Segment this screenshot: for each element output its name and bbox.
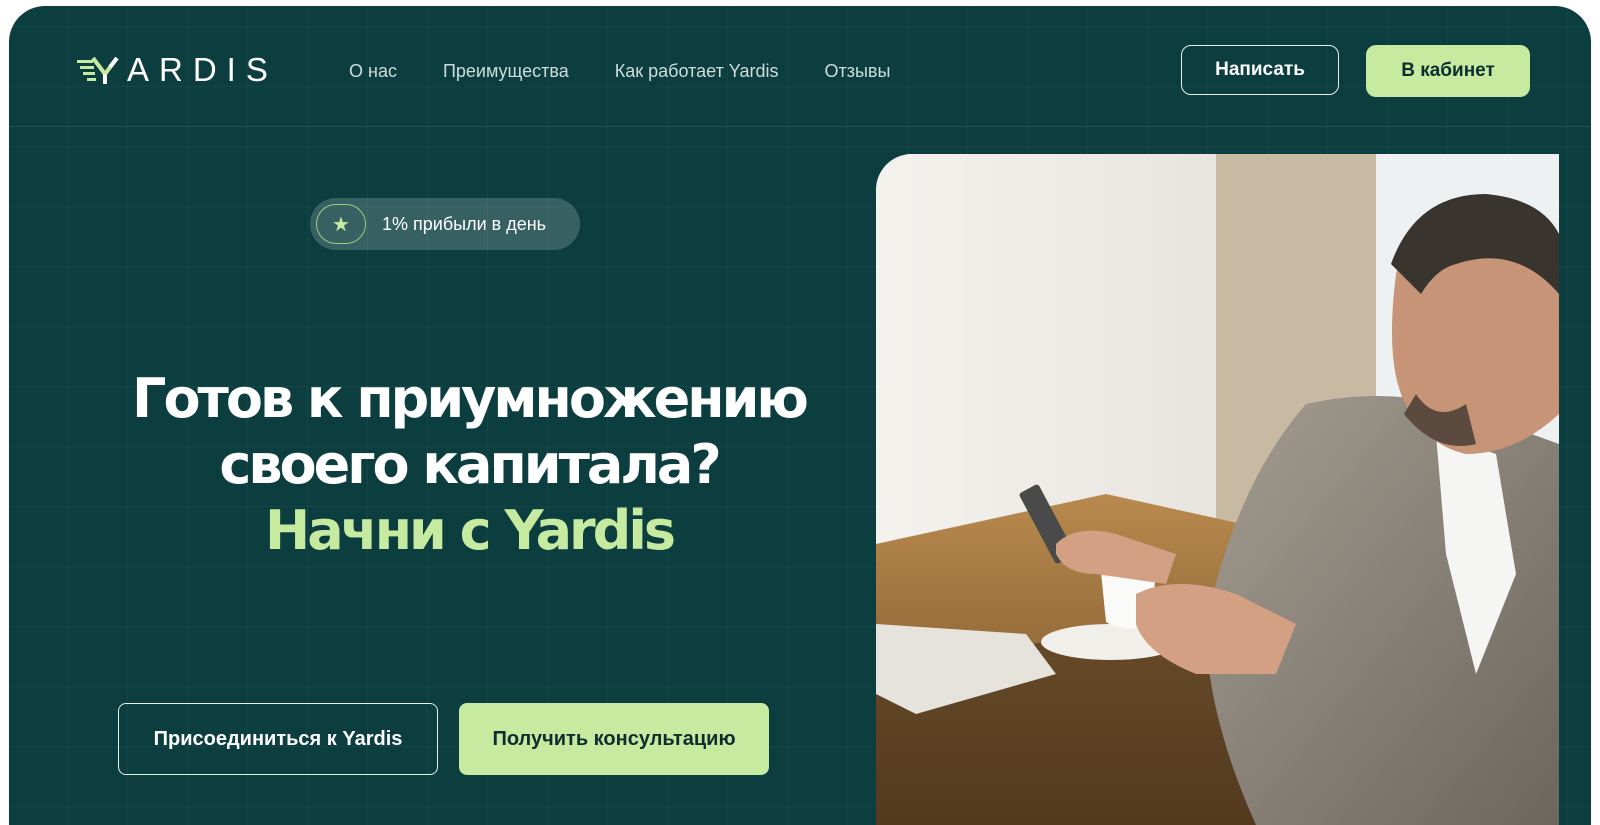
star-icon: ★ (316, 204, 366, 244)
nav-link-advantages[interactable]: Преимущества (443, 60, 569, 82)
hero-line-1: Готов к приумножению (132, 367, 809, 430)
join-button[interactable]: Присоединиться к Yardis (118, 703, 438, 775)
write-button[interactable]: Написать (1181, 45, 1339, 95)
nav-link-reviews[interactable]: Отзывы (825, 60, 891, 82)
nav-link-how-it-works[interactable]: Как работает Yardis (615, 60, 779, 82)
brand-logo[interactable]: ARDIS (77, 52, 278, 88)
hero-accent: Начни с Yardis (265, 499, 676, 562)
brand-name: ARDIS (127, 51, 278, 88)
profit-badge: ★ 1% прибыли в день (310, 198, 580, 250)
main-nav: О нас Преимущества Как работает Yardis О… (349, 60, 936, 82)
site-header: ARDIS О нас Преимущества Как работает Ya… (9, 6, 1591, 127)
man-with-phone-illustration (876, 154, 1559, 825)
page-frame: ARDIS О нас Преимущества Как работает Ya… (9, 6, 1591, 825)
cabinet-button[interactable]: В кабинет (1366, 45, 1530, 97)
hero-line-2: своего капитала? (219, 433, 721, 496)
hero-photo (876, 154, 1559, 825)
hero-headline: Готов к приумножению своего капитала? На… (49, 366, 889, 564)
nav-link-about[interactable]: О нас (349, 60, 397, 82)
consultation-button[interactable]: Получить консультацию (459, 703, 769, 775)
yardis-logo-icon (77, 56, 119, 84)
badge-text: 1% прибыли в день (382, 213, 547, 234)
